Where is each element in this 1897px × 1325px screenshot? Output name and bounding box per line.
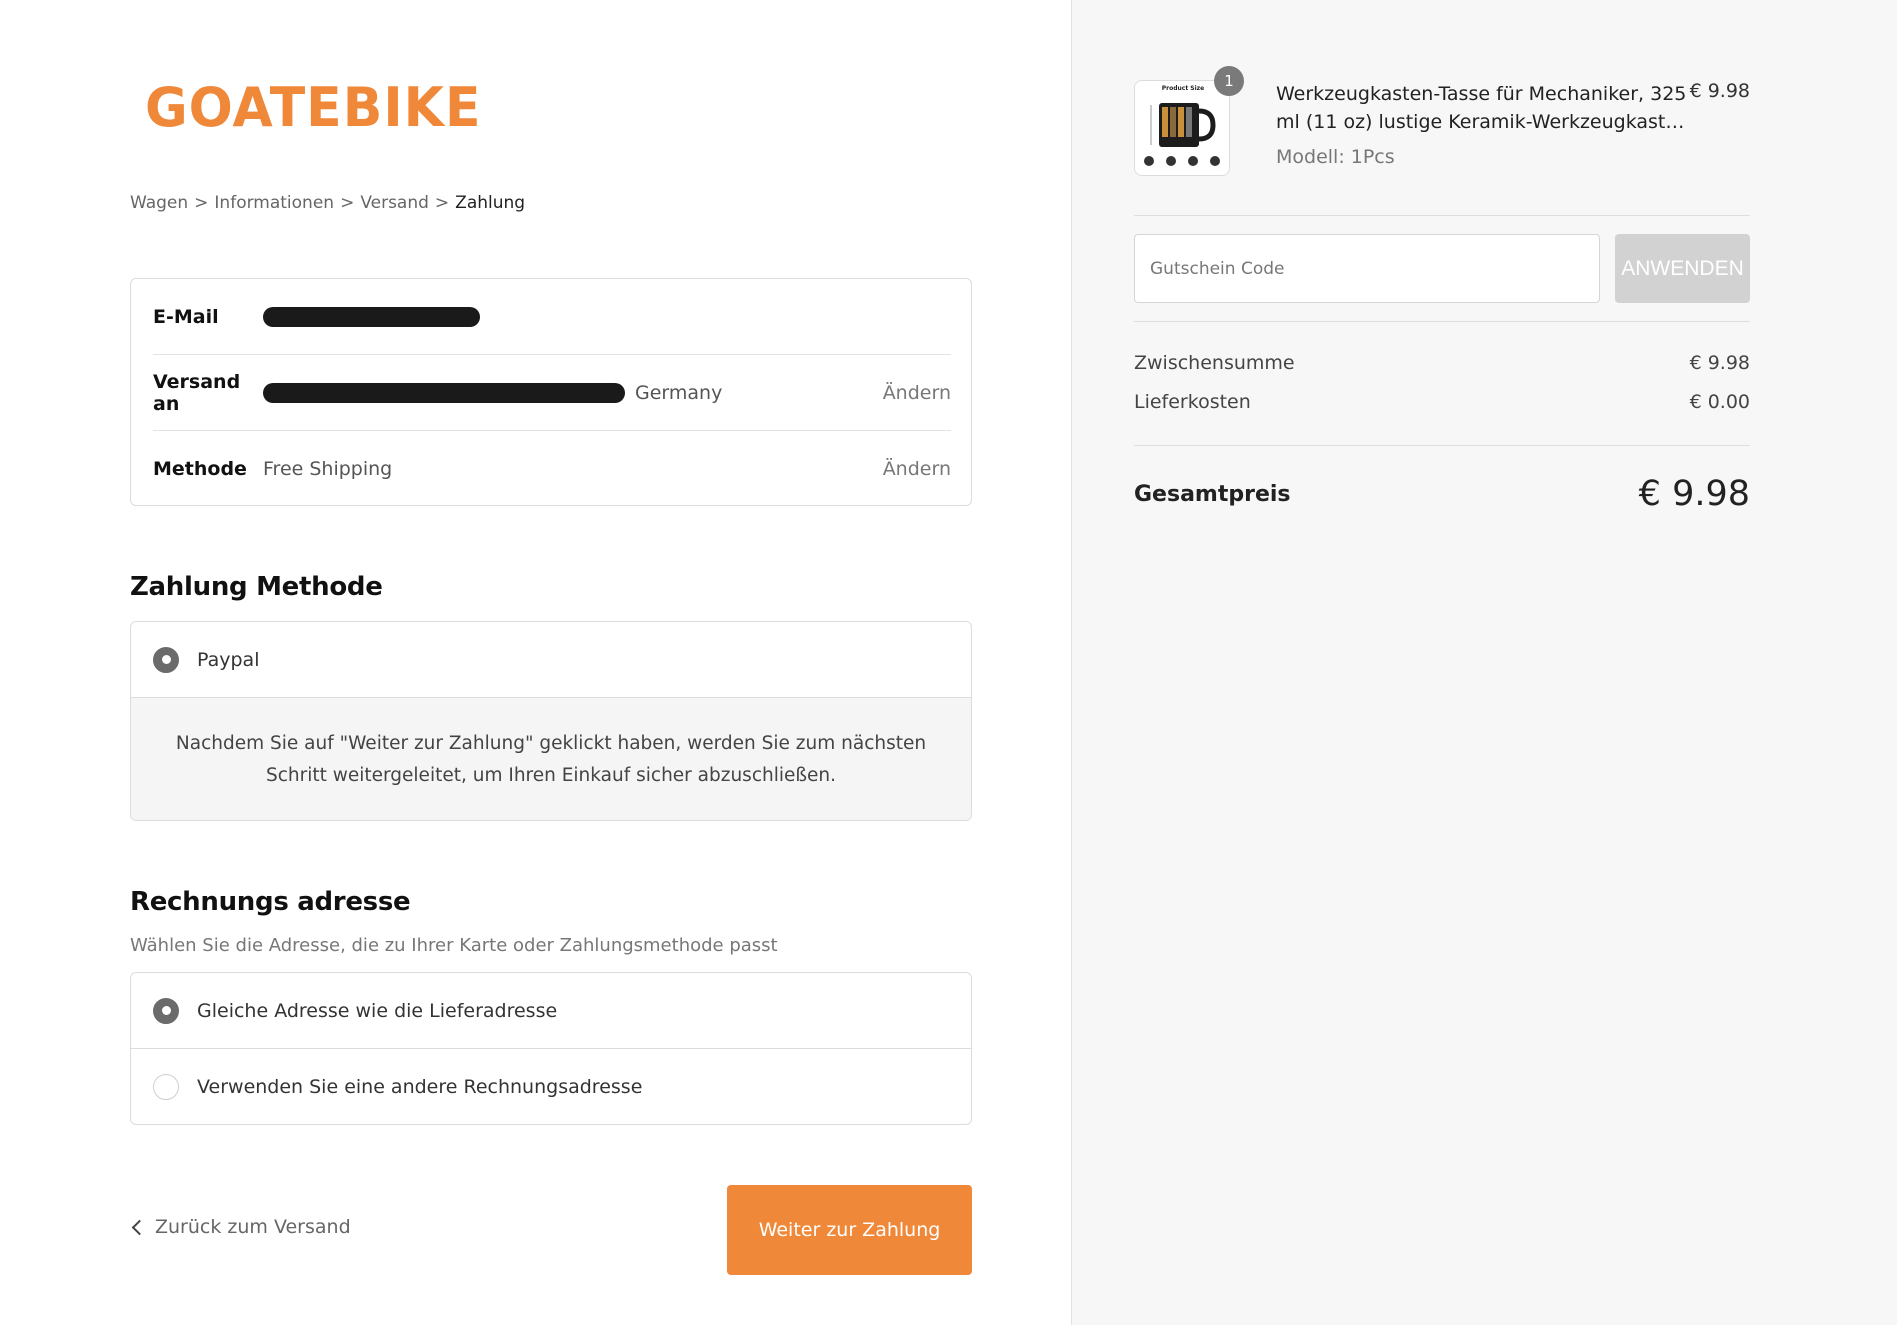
shipping-cost-row: Lieferkosten € 0.00 (1134, 391, 1750, 413)
total-row: Gesamtpreis € 9.98 (1134, 474, 1750, 514)
continue-to-payment-button[interactable]: Weiter zur Zahlung (727, 1185, 972, 1275)
summary-row-shipping-address: Versand an Germany Ändern (153, 355, 951, 431)
subtotal-row: Zwischensumme € 9.98 (1134, 352, 1750, 374)
total-label: Gesamtpreis (1134, 481, 1291, 507)
brand-logo[interactable]: GOATEBIKE (145, 81, 482, 136)
payment-option-paypal[interactable]: Paypal (131, 622, 971, 698)
breadcrumb: Wagen > Informationen > Versand > Zahlun… (130, 193, 525, 213)
shipping-cost-label: Lieferkosten (1134, 391, 1251, 413)
shipping-cost-value: € 0.00 (1689, 391, 1750, 413)
payment-method-heading: Zahlung Methode (130, 572, 383, 602)
quantity-badge: 1 (1214, 66, 1244, 96)
paypal-label: Paypal (197, 648, 260, 671)
ship-country: Germany (635, 381, 723, 404)
billing-address-options: Gleiche Adresse wie die Lieferadresse Ve… (130, 972, 972, 1125)
divider (1134, 321, 1750, 322)
thumb-caption: Product Size (1162, 85, 1205, 92)
product-thumbnail: Product Size (1134, 80, 1230, 176)
payment-description: Nachdem Sie auf "Weiter zur Zahlung" gek… (131, 698, 971, 820)
summary-row-method: Methode Free Shipping Ändern (153, 431, 951, 507)
breadcrumb-separator: > (194, 193, 209, 213)
billing-same-radio[interactable] (153, 997, 179, 1024)
billing-different-label: Verwenden Sie eine andere Rechnungsadres… (197, 1076, 643, 1098)
change-address-link[interactable]: Ändern (883, 382, 951, 404)
redacted-email (263, 306, 480, 327)
breadcrumb-payment: Zahlung (455, 193, 526, 213)
method-label: Methode (153, 458, 247, 480)
order-info-summary: E-Mail Versand an Germany Ändern Methode… (130, 278, 972, 506)
billing-option-same[interactable]: Gleiche Adresse wie die Lieferadresse (131, 973, 971, 1049)
divider (1134, 445, 1750, 446)
mug-image-icon: Product Size (1135, 81, 1229, 175)
breadcrumb-separator: > (434, 193, 450, 213)
method-value: Free Shipping (263, 458, 393, 480)
billing-option-different[interactable]: Verwenden Sie eine andere Rechnungsadres… (131, 1049, 971, 1124)
billing-same-label: Gleiche Adresse wie die Lieferadresse (197, 999, 558, 1022)
payment-description-text: Nachdem Sie auf "Weiter zur Zahlung" gek… (175, 733, 927, 786)
change-method-link[interactable]: Ändern (883, 458, 951, 480)
breadcrumb-shipping[interactable]: Versand (360, 193, 429, 213)
breadcrumb-information[interactable]: Informationen (214, 193, 334, 213)
summary-row-email: E-Mail (153, 279, 951, 355)
paypal-radio[interactable] (153, 646, 179, 673)
product-title: Werkzeugkasten-Tasse für Mechaniker, 325… (1276, 83, 1696, 133)
back-to-shipping-label: Zurück zum Versand (155, 1216, 351, 1238)
total-value: € 9.98 (1638, 474, 1750, 514)
redacted-address (263, 382, 625, 403)
order-summary-panel (1071, 0, 1897, 1325)
breadcrumb-separator: > (340, 193, 355, 213)
product-price: € 9.98 (1689, 80, 1750, 102)
back-to-shipping-link[interactable]: Zurück zum Versand (130, 1216, 351, 1238)
email-value (263, 306, 951, 327)
cart-line-item: Product Size 1 Werkzeugkasten-Tasse für … (1134, 66, 1750, 180)
billing-different-radio[interactable] (153, 1074, 179, 1100)
billing-address-subtitle: Wählen Sie die Adresse, die zu Ihrer Kar… (130, 935, 778, 956)
coupon-code-input[interactable] (1134, 234, 1600, 303)
subtotal-value: € 9.98 (1689, 352, 1750, 374)
email-label: E-Mail (153, 305, 219, 328)
ship-to-value: Germany (263, 382, 883, 404)
product-variant: Modell: 1Pcs (1276, 146, 1395, 168)
apply-coupon-button[interactable]: ANWENDEN (1615, 234, 1750, 303)
payment-method-box: Paypal Nachdem Sie auf "Weiter zur Zahlu… (130, 621, 972, 821)
billing-address-heading: Rechnungs adresse (130, 887, 411, 917)
ship-to-label: Versand an (153, 370, 241, 415)
subtotal-label: Zwischensumme (1134, 352, 1295, 374)
checkout-main: GOATEBIKE Wagen > Informationen > Versan… (0, 0, 1071, 1325)
divider (1134, 215, 1750, 216)
breadcrumb-cart[interactable]: Wagen (130, 193, 188, 213)
chevron-left-icon (131, 1219, 148, 1235)
